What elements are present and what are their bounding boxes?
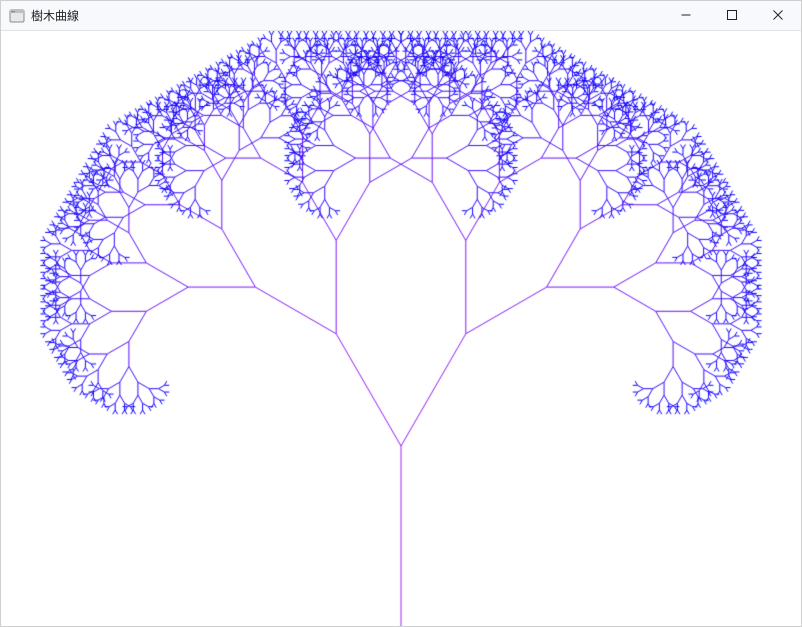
- minimize-icon: [681, 7, 691, 25]
- close-icon: [773, 7, 783, 25]
- maximize-icon: [727, 7, 737, 25]
- titlebar[interactable]: 樹木曲線: [1, 1, 801, 31]
- minimize-button[interactable]: [663, 1, 709, 31]
- window-title: 樹木曲線: [31, 7, 79, 24]
- app-window-icon: [9, 8, 25, 24]
- app-window: 樹木曲線: [0, 0, 802, 627]
- canvas-area: [1, 31, 801, 626]
- maximize-button[interactable]: [709, 1, 755, 31]
- close-button[interactable]: [755, 1, 801, 31]
- fractal-tree-canvas: [1, 31, 801, 626]
